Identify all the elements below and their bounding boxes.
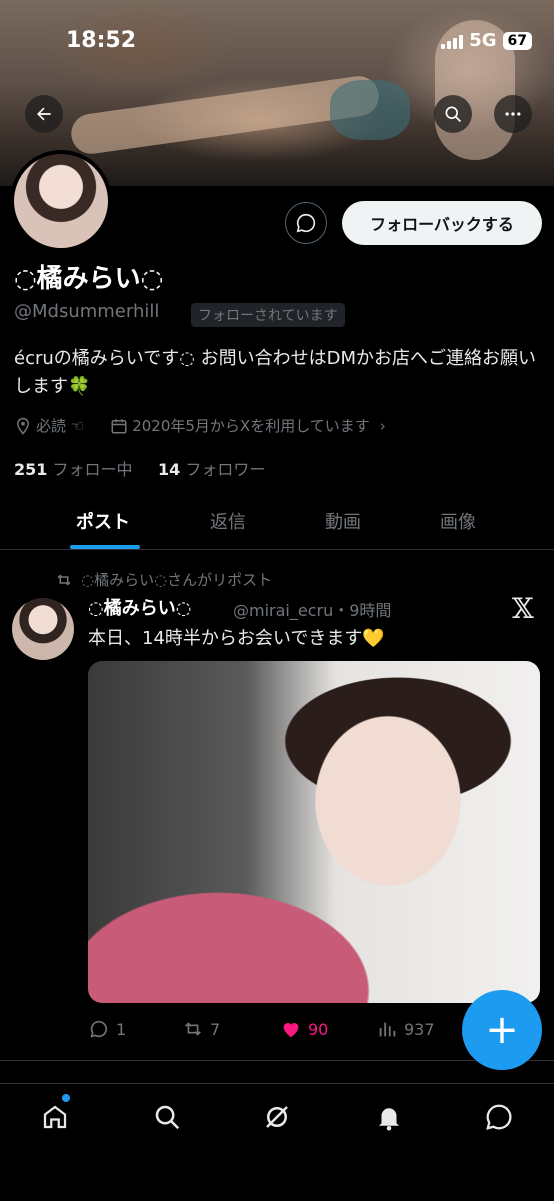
- chevron-right-icon[interactable]: ›: [380, 417, 386, 435]
- repost-icon: [57, 573, 71, 586]
- status-time: 18:52: [66, 28, 137, 53]
- repost-count: 7: [210, 1019, 221, 1039]
- signal-icon: [441, 33, 464, 49]
- like-count: 90: [308, 1019, 329, 1039]
- bell-icon: [379, 1108, 399, 1131]
- repost-icon: [185, 1022, 201, 1036]
- tab-videos[interactable]: 動画: [325, 508, 361, 534]
- nav-search[interactable]: [150, 1100, 184, 1134]
- repost-indicator[interactable]: ◌橘みらい◌さんがリポスト: [55, 569, 272, 590]
- banner-figure: [330, 80, 410, 140]
- nav-messages[interactable]: [482, 1100, 516, 1134]
- x-logo-icon: 𝕏: [512, 592, 534, 625]
- search-icon: [445, 106, 462, 123]
- repost-label: ◌橘みらい◌さんがリポスト: [81, 571, 273, 589]
- profile-bio: écruの橘みらいです◌ お問い合わせはDMかお店へご連絡お願いします🍀: [14, 348, 537, 397]
- battery-icon: 67: [502, 31, 532, 50]
- heart-icon: [283, 1023, 299, 1038]
- nav-home[interactable]: [38, 1100, 72, 1134]
- compose-button[interactable]: +: [462, 990, 542, 1070]
- follow-back-button[interactable]: フォローバックする: [342, 201, 542, 245]
- grok-icon: [266, 1106, 288, 1128]
- profile-name: ◌橘みらい◌: [14, 264, 164, 294]
- follow-counts: 251 フォロー中 14 フォロワー: [14, 456, 265, 480]
- post-author-meta: @mirai_ecru・9時間: [233, 601, 392, 620]
- profile-location: 必読 ☜: [36, 417, 85, 435]
- tab-images[interactable]: 画像: [440, 508, 476, 534]
- reply-icon: [90, 1020, 108, 1038]
- more-icon: [505, 112, 521, 116]
- post-image[interactable]: [88, 661, 540, 1003]
- profile-meta: 必読 ☜ 2020年5月からXを利用しています ›: [14, 415, 386, 436]
- followers-link[interactable]: 14 フォロワー: [158, 460, 265, 479]
- post-avatar[interactable]: [12, 598, 74, 660]
- view-count: 937: [404, 1019, 435, 1039]
- arrow-left-icon: [37, 107, 51, 121]
- tab-replies[interactable]: 返信: [210, 508, 246, 534]
- home-icon: [43, 1105, 67, 1129]
- network-label: 5G: [469, 30, 497, 51]
- following-link[interactable]: 251 フォロー中: [14, 460, 133, 479]
- reply-action[interactable]: 1: [88, 1018, 126, 1040]
- reply-count: 1: [116, 1019, 127, 1039]
- message-icon: [486, 1104, 512, 1130]
- post-divider: [0, 1060, 554, 1061]
- tabs-divider: [0, 549, 554, 550]
- message-button[interactable]: [285, 202, 327, 244]
- more-button[interactable]: [494, 95, 532, 133]
- calendar-icon: [111, 418, 127, 433]
- views-action[interactable]: 937: [376, 1018, 435, 1040]
- views-icon: [379, 1022, 396, 1037]
- repost-action[interactable]: 7: [182, 1018, 220, 1040]
- back-button[interactable]: [25, 95, 63, 133]
- nav-grok[interactable]: [260, 1100, 294, 1134]
- message-icon: [296, 213, 316, 233]
- status-bar: 5G 67: [441, 30, 532, 51]
- profile-handle: @Mdsummerhill: [14, 301, 160, 322]
- search-button[interactable]: [434, 95, 472, 133]
- post-text: 本日、14時半からお会いできます💛: [88, 628, 385, 649]
- nav-notifications[interactable]: [372, 1100, 406, 1134]
- location-icon: [16, 417, 30, 435]
- post-author-name[interactable]: ◌橘みらい◌: [88, 594, 191, 620]
- search-icon: [155, 1105, 180, 1130]
- follows-you-badge: フォローされています: [191, 303, 345, 327]
- profile-avatar[interactable]: [10, 150, 112, 252]
- notification-dot: [62, 1094, 70, 1102]
- tab-posts[interactable]: ポスト: [76, 508, 130, 534]
- profile-joined: 2020年5月からXを利用しています: [132, 417, 370, 435]
- like-action[interactable]: 90: [280, 1018, 328, 1040]
